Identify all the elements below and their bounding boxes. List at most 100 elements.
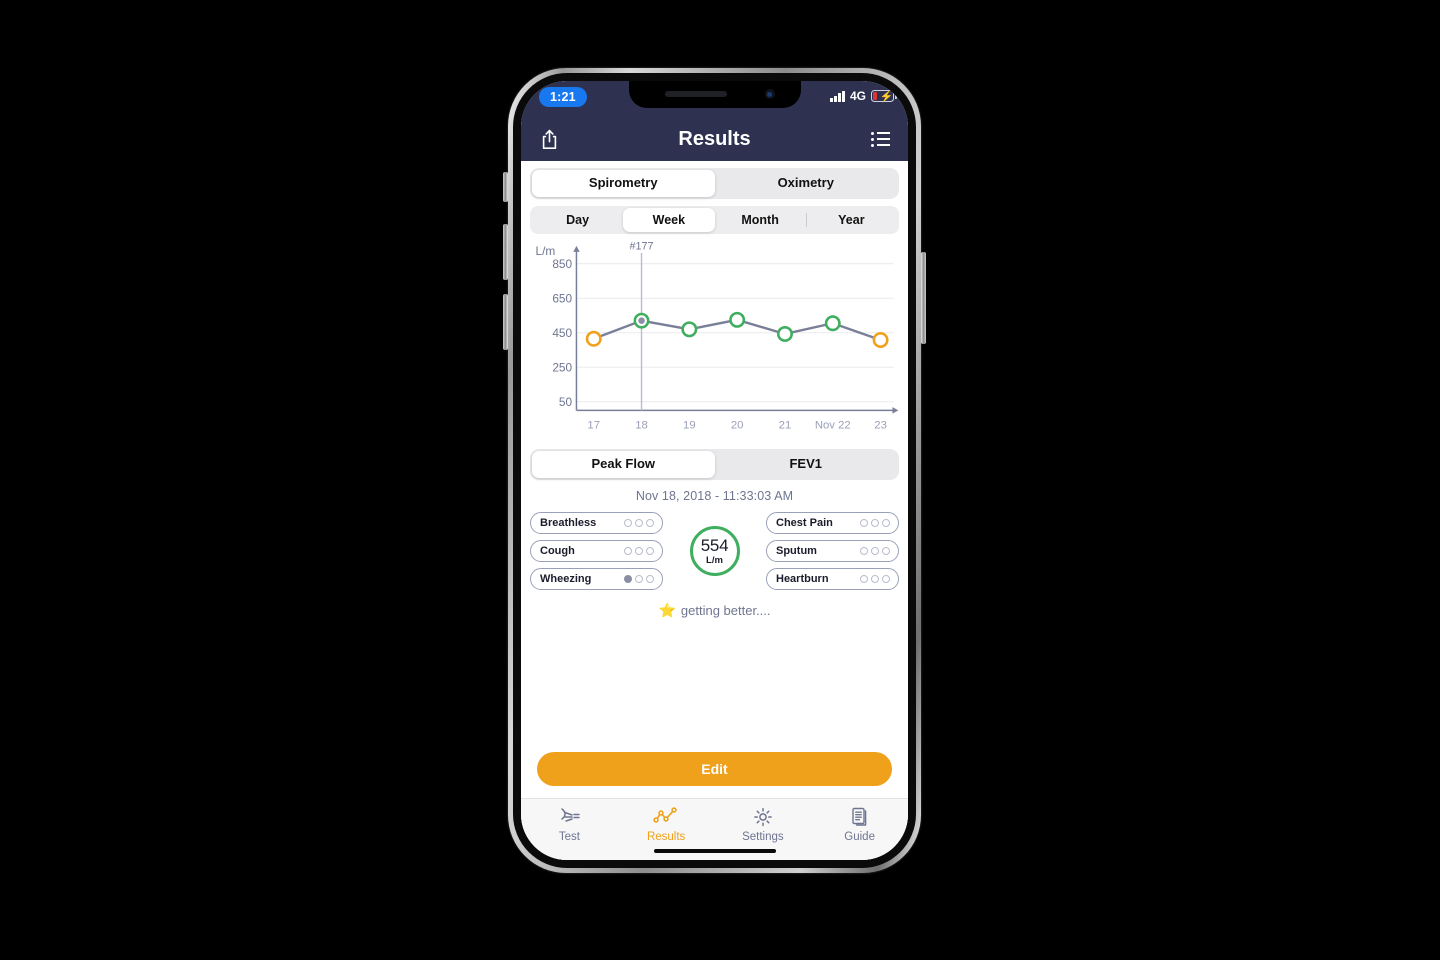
severity-dot[interactable] (645, 546, 654, 556)
severity-dot[interactable] (623, 546, 632, 556)
severity-dot[interactable] (870, 518, 879, 528)
metric-tabs: Peak Flow FEV1 (530, 449, 899, 481)
severity-dot[interactable] (859, 574, 868, 584)
severity-dot[interactable] (859, 546, 868, 556)
phone-screen: 1:21 4G ⚡ Results Spirometry Oximetry Da… (521, 81, 908, 860)
score-value: 554 (700, 535, 729, 555)
chart-data-point[interactable] (776, 326, 793, 343)
edit-button[interactable]: Edit (537, 752, 892, 786)
severity-dots[interactable] (859, 574, 890, 584)
x-axis-tick: 23 (874, 420, 887, 432)
tab-spirometry[interactable]: Spirometry (532, 170, 715, 197)
severity-dot[interactable] (870, 574, 879, 584)
severity-dots[interactable] (623, 546, 654, 556)
y-axis-tick: 450 (552, 326, 572, 340)
tab-guide[interactable]: Guide (811, 806, 908, 843)
symptom-chip[interactable]: Sputum (766, 540, 899, 563)
tab-month[interactable]: Month (715, 208, 806, 232)
symptoms-left-column: Breathless Cough Wheezing (530, 512, 663, 591)
symptom-chip[interactable]: Chest Pain (766, 512, 899, 535)
tab-peak-flow[interactable]: Peak Flow (532, 451, 715, 479)
chart-data-point[interactable] (729, 312, 746, 329)
status-indicators: 4G ⚡ (830, 89, 897, 103)
severity-dot[interactable] (881, 518, 890, 528)
tab-year[interactable]: Year (806, 208, 897, 232)
tab-settings[interactable]: Settings (715, 806, 812, 843)
severity-dot[interactable] (634, 574, 643, 584)
chart-data-point[interactable] (681, 321, 698, 338)
earpiece-speaker (664, 91, 727, 97)
tab-results[interactable]: Results (618, 806, 715, 843)
edit-button-wrap: Edit (521, 752, 908, 798)
severity-dots[interactable] (623, 518, 654, 528)
app-content: Spirometry Oximetry Day Week Month Year … (521, 161, 908, 860)
symptom-chip[interactable]: Wheezing (530, 568, 663, 591)
severity-dots[interactable] (859, 518, 890, 528)
list-menu-icon[interactable] (866, 125, 894, 153)
y-axis-tick: 50 (559, 395, 573, 409)
chart-data-point[interactable] (872, 332, 889, 349)
phone-device: 1:21 4G ⚡ Results Spirometry Oximetry Da… (508, 68, 921, 873)
tab-results-label: Results (646, 831, 686, 843)
status-time-pill[interactable]: 1:21 (539, 87, 587, 107)
x-axis-tick: 17 (587, 420, 600, 432)
symptom-label: Cough (540, 545, 575, 558)
symptom-chip[interactable]: Heartburn (766, 568, 899, 591)
symptom-label: Heartburn (776, 573, 829, 586)
chart-selected-point-dot[interactable] (638, 317, 645, 325)
tab-test-label: Test (558, 831, 580, 843)
status-note-text: getting better.... (680, 603, 771, 619)
x-axis-tick: Nov 22 (815, 420, 851, 432)
gear-icon (754, 807, 772, 827)
symptoms-panel: Breathless Cough Wheezing 554 L/m Chest Pa… (521, 503, 908, 591)
chart-container[interactable]: 850 650 450 250 50 L/m #177 17 18 19 20 21 Nov 22… (521, 234, 908, 445)
share-icon[interactable] (535, 125, 563, 153)
line-chart-icon (653, 807, 677, 823)
tab-week[interactable]: Week (623, 207, 715, 233)
severity-dots[interactable] (623, 574, 654, 584)
tab-oximetry[interactable]: Oximetry (715, 170, 898, 197)
tab-test[interactable]: Test (521, 806, 618, 843)
severity-dot[interactable] (623, 574, 632, 584)
x-axis-tick: 19 (683, 420, 696, 432)
peak-flow-chart[interactable]: 850 650 450 250 50 L/m #177 17 18 19 20 21 Nov 22… (529, 240, 900, 445)
y-axis-tick: 650 (552, 292, 572, 306)
tab-guide-label: Guide (844, 831, 875, 843)
power-button[interactable] (921, 252, 926, 344)
severity-dot[interactable] (881, 574, 890, 584)
tab-fev1[interactable]: FEV1 (715, 451, 898, 478)
tab-settings-label: Settings (742, 831, 784, 843)
severity-dot[interactable] (859, 518, 868, 528)
selected-point-annotation: #177 (630, 241, 654, 253)
symptom-chip[interactable]: Breathless (530, 512, 663, 535)
severity-dot[interactable] (870, 546, 879, 556)
mode-tabs-wrap: Spirometry Oximetry Day Week Month Year (521, 161, 908, 235)
severity-dot[interactable] (634, 546, 643, 556)
battery-charging-icon: ⚡ (871, 90, 897, 103)
y-axis-tick: 250 (552, 361, 572, 375)
severity-dot[interactable] (623, 518, 632, 528)
severity-dots[interactable] (859, 546, 890, 556)
home-indicator[interactable] (653, 848, 776, 853)
network-label: 4G (849, 89, 866, 103)
chart-data-point[interactable] (824, 315, 841, 332)
screenshot-stage: 1:21 4G ⚡ Results Spirometry Oximetry Da… (0, 0, 1440, 960)
chart-data-point[interactable] (585, 331, 602, 348)
star-icon: ⭐ (658, 602, 676, 619)
severity-dot[interactable] (881, 546, 890, 556)
severity-dot[interactable] (634, 518, 643, 528)
symptom-chip[interactable]: Cough (530, 540, 663, 563)
y-axis-tick: 850 (552, 257, 572, 271)
severity-dot[interactable] (645, 518, 654, 528)
score-unit: L/m (706, 554, 723, 566)
symptom-label: Wheezing (540, 573, 592, 586)
tab-day[interactable]: Day (532, 208, 623, 232)
symptom-label: Sputum (776, 545, 817, 558)
severity-dot[interactable] (645, 574, 654, 584)
page-title: Results (678, 127, 751, 150)
symptoms-right-column: Chest Pain Sputum Heartburn (766, 512, 899, 591)
svg-text:L/m: L/m (535, 244, 555, 258)
blow-test-icon (561, 808, 581, 822)
metric-tabs-wrap: Peak Flow FEV1 (521, 445, 908, 481)
status-bar: 1:21 4G ⚡ (521, 81, 908, 117)
